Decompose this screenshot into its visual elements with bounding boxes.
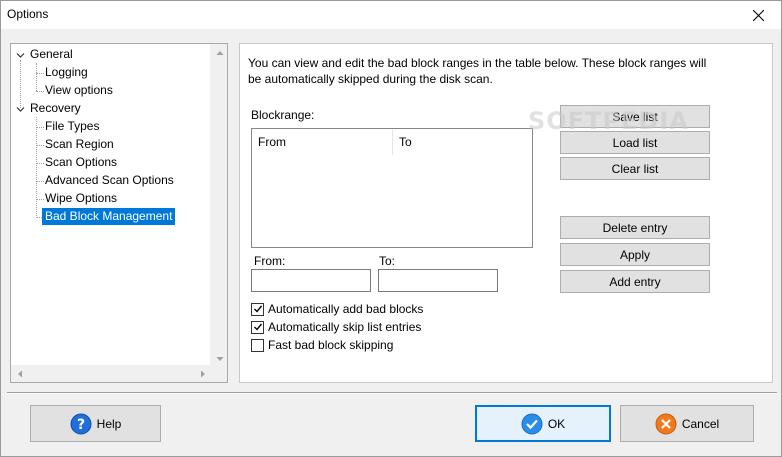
- checkmark-icon: [253, 305, 262, 313]
- scroll-up-button[interactable]: [211, 44, 228, 61]
- tree-item-recovery[interactable]: Recovery: [27, 100, 84, 117]
- tree-item-wipe-options[interactable]: Wipe Options: [42, 190, 120, 207]
- column-header-to[interactable]: To: [393, 129, 532, 155]
- column-header-from[interactable]: From: [252, 129, 392, 155]
- title-bar: Options: [1, 1, 781, 29]
- to-input[interactable]: [378, 269, 498, 292]
- save-list-button[interactable]: Save list: [560, 105, 710, 128]
- help-icon: ?: [70, 413, 92, 434]
- arrow-right-icon: [200, 370, 205, 377]
- window-title: Options: [7, 7, 49, 21]
- options-window: Options General Logging View options Rec…: [0, 0, 782, 457]
- help-button[interactable]: ? Help: [30, 405, 161, 442]
- arrow-down-icon: [216, 356, 223, 361]
- from-label: From:: [254, 254, 286, 268]
- checkmark-icon: [253, 323, 262, 331]
- close-button[interactable]: [735, 1, 781, 29]
- clear-list-button[interactable]: Clear list: [560, 157, 710, 180]
- tree-item-logging[interactable]: Logging: [42, 64, 91, 81]
- options-tree: General Logging View options Recovery Fi…: [11, 44, 211, 369]
- cancel-button-label: Cancel: [681, 416, 720, 431]
- load-list-button[interactable]: Load list: [560, 131, 710, 154]
- add-entry-button[interactable]: Add entry: [560, 270, 710, 293]
- arrow-up-icon: [216, 50, 223, 55]
- to-label: To:: [379, 254, 396, 268]
- bad-block-management-panel: You can view and edit the bad block rang…: [239, 43, 773, 383]
- svg-text:?: ?: [77, 417, 85, 433]
- from-input[interactable]: [251, 269, 371, 292]
- cancel-button[interactable]: Cancel: [620, 405, 754, 442]
- scroll-left-button[interactable]: [11, 365, 28, 382]
- options-tree-panel: General Logging View options Recovery Fi…: [10, 43, 228, 383]
- checkbox-label: Automatically skip list entries: [268, 320, 422, 334]
- arrow-left-icon: [17, 370, 22, 377]
- checkbox-box[interactable]: [251, 320, 264, 334]
- tree-horizontal-scrollbar[interactable]: [11, 365, 211, 382]
- expand-general-toggle[interactable]: [16, 51, 25, 60]
- checkbox-box[interactable]: [251, 302, 264, 316]
- expand-recovery-toggle[interactable]: [16, 105, 25, 114]
- checkbox-box[interactable]: [251, 338, 264, 352]
- blockrange-label: Blockrange:: [251, 108, 315, 122]
- ok-button-label: OK: [547, 416, 566, 431]
- scroll-corner: [210, 365, 227, 382]
- auto-skip-list-entries-checkbox[interactable]: Automatically skip list entries: [251, 319, 421, 335]
- help-button-label: Help: [96, 416, 122, 431]
- delete-entry-button[interactable]: Delete entry: [560, 216, 710, 239]
- tree-item-view-options[interactable]: View options: [42, 82, 116, 99]
- blockrange-list[interactable]: From To: [251, 128, 533, 248]
- tree-item-general[interactable]: General: [27, 46, 76, 63]
- chevron-down-icon: [16, 53, 25, 58]
- tree-vertical-scrollbar[interactable]: [210, 44, 227, 367]
- description-text: You can view and edit the bad block rang…: [248, 56, 707, 86]
- ok-button[interactable]: OK: [475, 405, 611, 442]
- chevron-down-icon: [16, 107, 25, 112]
- tree-item-scan-region[interactable]: Scan Region: [42, 136, 117, 153]
- checkmark-circle-icon: [521, 413, 543, 434]
- close-icon: [752, 9, 764, 21]
- apply-button[interactable]: Apply: [560, 243, 710, 266]
- blockrange-list-header: From To: [252, 129, 532, 155]
- tree-item-scan-options[interactable]: Scan Options: [42, 154, 120, 171]
- cancel-circle-icon: [655, 413, 677, 434]
- auto-add-bad-blocks-checkbox[interactable]: Automatically add bad blocks: [251, 301, 423, 317]
- footer-divider: [7, 392, 777, 394]
- tree-item-advanced-scan-options[interactable]: Advanced Scan Options: [42, 172, 177, 189]
- fast-bad-block-skipping-checkbox[interactable]: Fast bad block skipping: [251, 337, 393, 353]
- scroll-right-button[interactable]: [194, 365, 211, 382]
- checkbox-label: Automatically add bad blocks: [268, 302, 424, 316]
- tree-item-bad-block-management[interactable]: Bad Block Management: [42, 208, 176, 225]
- tree-item-file-types[interactable]: File Types: [42, 118, 102, 135]
- checkbox-label: Fast bad block skipping: [268, 338, 394, 352]
